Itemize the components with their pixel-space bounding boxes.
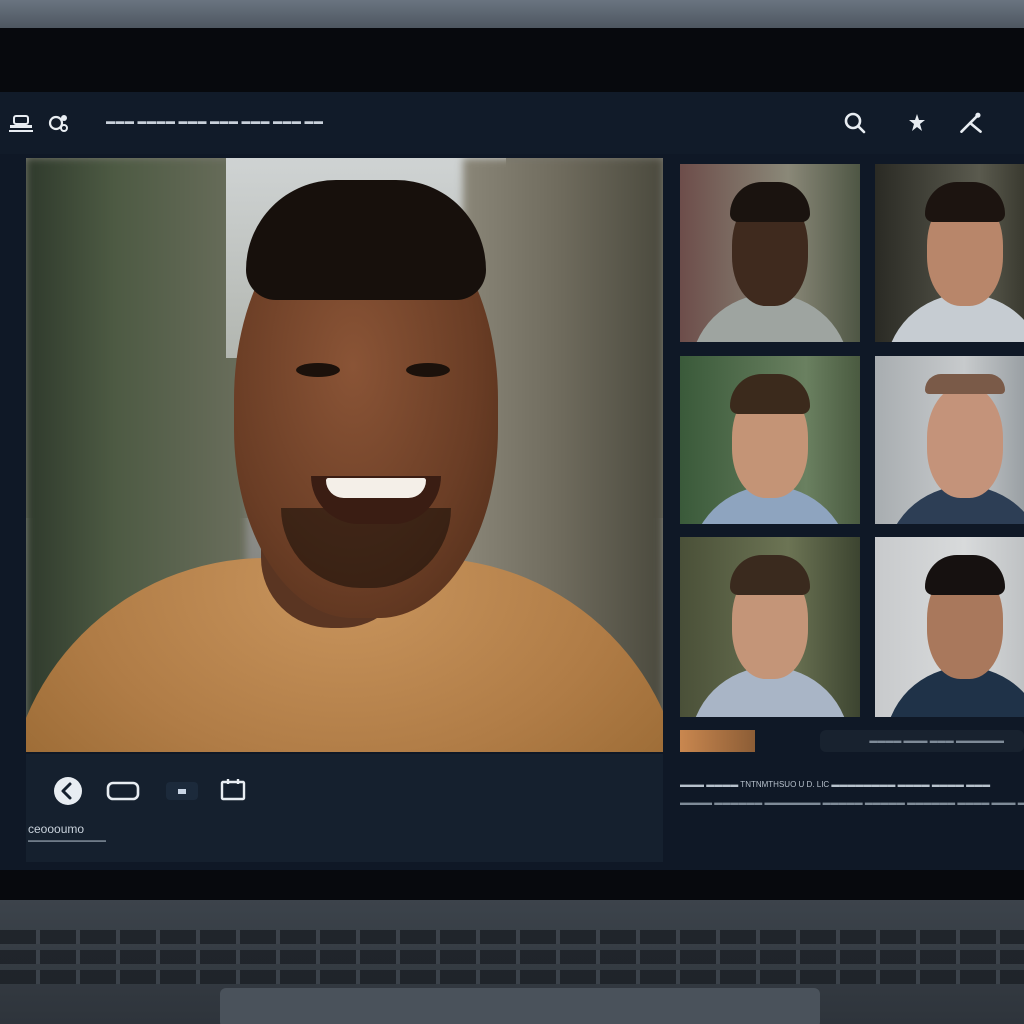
participant-tile-3[interactable] — [680, 356, 860, 524]
participant-strip-preview[interactable] — [680, 730, 755, 752]
participant-strip-bar: ▬▬▬▬ ▬▬▬ ▬▬▬ ▬▬▬▬▬▬ — [820, 730, 1024, 752]
chat-button[interactable] — [218, 776, 248, 806]
laptop-keyboard — [0, 900, 1024, 1024]
app-brand-subtitle: ▬▬▬▬▬▬▬▬▬▬▬▬▬ — [28, 838, 106, 844]
camera-chip-button[interactable] — [164, 776, 200, 806]
participant-tile-2[interactable] — [875, 164, 1024, 342]
settings-icon[interactable] — [46, 110, 72, 136]
meeting-info-line-1: ▬▬▬ ▬▬▬▬ TNTNMTHSUO U D. LIC ▬▬▬▬▬▬▬▬ ▬▬… — [680, 780, 991, 789]
participant-tile-6[interactable] — [875, 537, 1024, 717]
screen-share-button[interactable] — [106, 776, 140, 806]
people-icon[interactable] — [8, 110, 34, 136]
video-call-window: ▬▬▬ ▬▬▬▬ ▬▬▬ ▬▬▬ ▬▬▬ ▬▬▬ ▬▬ ▬▬▬▬ ▬▬▬ ▬▬▬… — [0, 92, 1024, 870]
search-icon[interactable] — [842, 110, 868, 136]
participant-tile-4[interactable] — [875, 356, 1024, 524]
main-speaker-video[interactable] — [26, 158, 663, 752]
pin-icon[interactable] — [904, 110, 930, 136]
trackpad — [220, 988, 820, 1024]
meeting-info-line-2: ▬▬▬▬ ▬▬▬▬▬▬ ▬▬▬▬▬▬▬ ▬▬▬▬▬ ▬▬▬▬▬ ▬▬▬▬▬▬ ▬… — [680, 798, 1024, 807]
call-controls-bar: ceoooumo ▬▬▬▬▬▬▬▬▬▬▬▬▬ — [26, 754, 663, 862]
strip-text: ▬▬▬▬ ▬▬▬ ▬▬▬ ▬▬▬▬▬▬ — [869, 736, 1004, 745]
top-toolbar: ▬▬▬ ▬▬▬▬ ▬▬▬ ▬▬▬ ▬▬▬ ▬▬▬ ▬▬ — [0, 92, 1024, 154]
meeting-title: ▬▬▬ ▬▬▬▬ ▬▬▬ ▬▬▬ ▬▬▬ ▬▬▬ ▬▬ — [106, 116, 324, 126]
participant-tile-1[interactable] — [680, 164, 860, 342]
participant-tile-5[interactable] — [680, 537, 860, 717]
tools-icon[interactable] — [958, 110, 984, 136]
back-button[interactable] — [52, 776, 84, 806]
app-brand: ceoooumo — [28, 822, 85, 836]
